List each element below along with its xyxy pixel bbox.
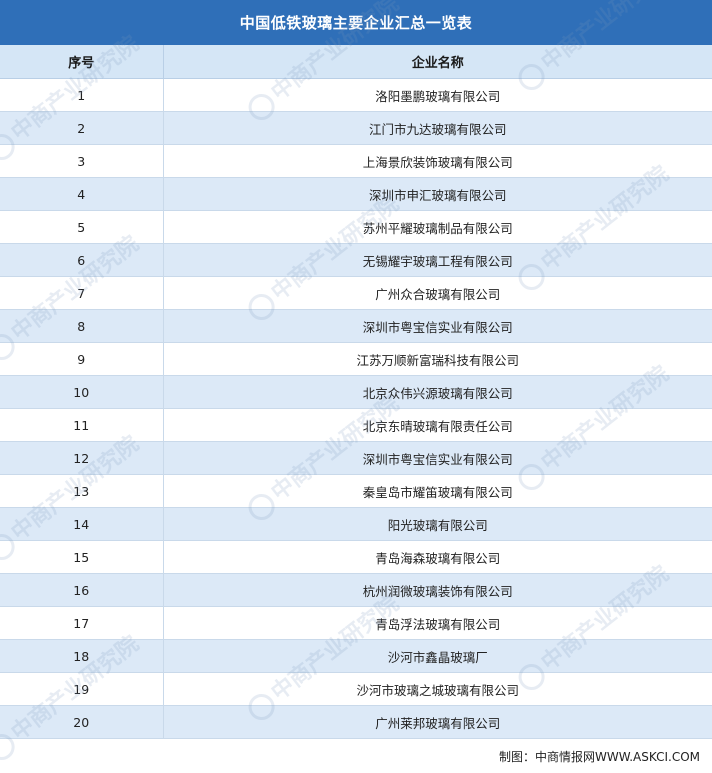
company-name: 阳光玻璃有限公司	[163, 507, 712, 541]
company-name: 沙河市玻璃之城玻璃有限公司	[163, 672, 712, 706]
company-name: 秦皇岛市耀笛玻璃有限公司	[163, 474, 712, 508]
table-row: 5 苏州平耀玻璃制品有限公司	[0, 210, 712, 244]
company-table: 序号 企业名称 1 洛阳墨鹏玻璃有限公司 2 江门市九达玻璃有限公司 3 上海景欣装饰玻璃…	[0, 45, 712, 739]
table-row: 3 上海景欣装饰玻璃有限公司	[0, 144, 712, 178]
company-name: 上海景欣装饰玻璃有限公司	[163, 144, 712, 178]
table-row: 8 深圳市粤宝信实业有限公司	[0, 309, 712, 343]
company-name: 江苏万顺新富瑞科技有限公司	[163, 342, 712, 376]
company-name: 青岛浮法玻璃有限公司	[163, 606, 712, 640]
company-name: 江门市九达玻璃有限公司	[163, 111, 712, 145]
table-row: 19 沙河市玻璃之城玻璃有限公司	[0, 672, 712, 706]
company-name: 苏州平耀玻璃制品有限公司	[163, 210, 712, 244]
row-index: 2	[0, 111, 164, 145]
table-row: 7 广州众合玻璃有限公司	[0, 276, 712, 310]
row-index: 11	[0, 408, 164, 442]
company-name: 杭州润微玻璃装饰有限公司	[163, 573, 712, 607]
table-row: 1 洛阳墨鹏玻璃有限公司	[0, 78, 712, 112]
table-row: 2 江门市九达玻璃有限公司	[0, 111, 712, 145]
company-name: 洛阳墨鹏玻璃有限公司	[163, 78, 712, 112]
company-name: 北京众伟兴源玻璃有限公司	[163, 375, 712, 409]
company-name: 北京东晴玻璃有限责任公司	[163, 408, 712, 442]
row-index: 9	[0, 342, 164, 376]
company-name: 深圳市粤宝信实业有限公司	[163, 309, 712, 343]
row-index: 7	[0, 276, 164, 310]
table-row: 4 深圳市申汇玻璃有限公司	[0, 177, 712, 211]
row-index: 14	[0, 507, 164, 541]
table-row: 18 沙河市鑫晶玻璃厂	[0, 639, 712, 673]
column-header-name: 企业名称	[163, 45, 712, 79]
row-index: 16	[0, 573, 164, 607]
table-row: 13 秦皇岛市耀笛玻璃有限公司	[0, 474, 712, 508]
row-index: 10	[0, 375, 164, 409]
table-row: 14 阳光玻璃有限公司	[0, 507, 712, 541]
company-name: 广州众合玻璃有限公司	[163, 276, 712, 310]
row-index: 8	[0, 309, 164, 343]
table-row: 20 广州莱邦玻璃有限公司	[0, 705, 712, 739]
table-body: 1 洛阳墨鹏玻璃有限公司 2 江门市九达玻璃有限公司 3 上海景欣装饰玻璃有限公司 4 深圳市…	[0, 78, 712, 739]
table-row: 12 深圳市粤宝信实业有限公司	[0, 441, 712, 475]
company-name: 青岛海森玻璃有限公司	[163, 540, 712, 574]
company-name: 沙河市鑫晶玻璃厂	[163, 639, 712, 673]
company-name: 无锡耀宇玻璃工程有限公司	[163, 243, 712, 277]
row-index: 4	[0, 177, 164, 211]
row-index: 6	[0, 243, 164, 277]
row-index: 1	[0, 78, 164, 112]
row-index: 5	[0, 210, 164, 244]
row-index: 18	[0, 639, 164, 673]
table-row: 16 杭州润微玻璃装饰有限公司	[0, 573, 712, 607]
table-row: 10 北京众伟兴源玻璃有限公司	[0, 375, 712, 409]
table-row: 6 无锡耀宇玻璃工程有限公司	[0, 243, 712, 277]
row-index: 15	[0, 540, 164, 574]
row-index: 20	[0, 705, 164, 739]
table-title: 中国低铁玻璃主要企业汇总一览表	[0, 0, 712, 45]
row-index: 19	[0, 672, 164, 706]
company-name: 广州莱邦玻璃有限公司	[163, 705, 712, 739]
company-name: 深圳市申汇玻璃有限公司	[163, 177, 712, 211]
row-index: 3	[0, 144, 164, 178]
column-header-index: 序号	[0, 45, 164, 79]
table-row: 9 江苏万顺新富瑞科技有限公司	[0, 342, 712, 376]
table-row: 15 青岛海森玻璃有限公司	[0, 540, 712, 574]
table-row: 11 北京东晴玻璃有限责任公司	[0, 408, 712, 442]
source-caption: 制图：中商情报网WWW.ASKCI.COM	[499, 750, 700, 764]
row-index: 12	[0, 441, 164, 475]
table-row: 17 青岛浮法玻璃有限公司	[0, 606, 712, 640]
table-header-row: 序号 企业名称	[0, 45, 712, 79]
company-name: 深圳市粤宝信实业有限公司	[163, 441, 712, 475]
row-index: 17	[0, 606, 164, 640]
row-index: 13	[0, 474, 164, 508]
